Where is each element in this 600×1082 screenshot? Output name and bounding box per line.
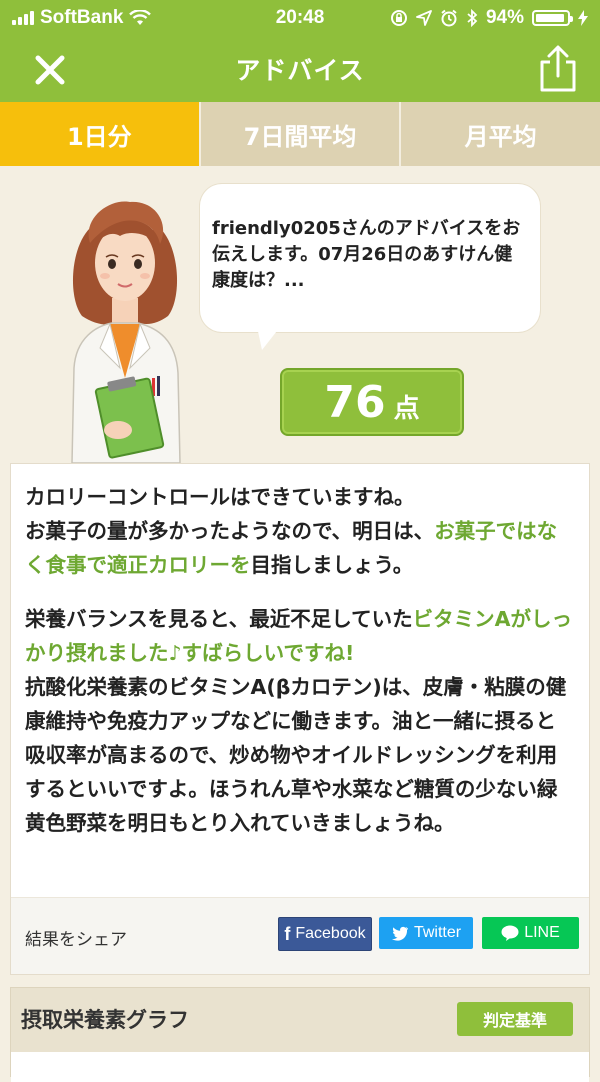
bubble-text: friendly0205さんのアドバイスをお伝えします。07月26日のあすけん健… xyxy=(212,218,521,291)
alarm-icon xyxy=(441,9,457,27)
bubble-tail xyxy=(256,322,284,350)
facebook-share-button[interactable]: f Facebook xyxy=(278,917,372,951)
advice-text-segment: 目指しましょう。 xyxy=(250,553,414,577)
facebook-icon: f xyxy=(284,923,291,944)
score-value: 76 xyxy=(324,377,386,428)
line-speech-icon xyxy=(501,925,519,941)
advice-text-segment: 栄養バランスを見ると、最近不足していた xyxy=(25,607,413,631)
battery-level xyxy=(536,14,565,22)
period-tabs: 1日分 7日間平均 月平均 xyxy=(0,102,600,166)
graph-body xyxy=(11,1052,589,1082)
advice-paragraph: 栄養バランスを見ると、最近不足していたビタミンAがしっかり摂れました♪すばらしい… xyxy=(25,602,575,670)
rotation-lock-icon xyxy=(390,10,407,26)
status-right: 94% xyxy=(390,7,588,29)
tab-1day[interactable]: 1日分 xyxy=(0,102,199,166)
section-title: 摂取栄養素グラフ xyxy=(21,1008,189,1032)
advice-paragraph: 抗酸化栄養素のビタミンA(βカロテン)は、皮膚・粘膜の健康維持や免疫力アップなど… xyxy=(25,675,567,835)
advice-text: カロリーコントロールはできていますね。 お菓子の量が多かったようなので、明日は、… xyxy=(11,464,589,840)
battery-percent: 94% xyxy=(485,7,524,28)
battery-icon xyxy=(532,10,573,26)
twitter-label: Twitter xyxy=(413,924,462,941)
criteria-button[interactable]: 判定基準 xyxy=(457,1002,573,1036)
advice-speech-bubble: friendly0205さんのアドバイスをお伝えします。07月26日のあすけん健… xyxy=(200,184,540,332)
advice-text-segment: お菓子の量が多かったようなので、明日は、 xyxy=(25,519,435,543)
nutrient-graph-section: 摂取栄養素グラフ 判定基準 xyxy=(10,987,590,1082)
advice-card: カロリーコントロールはできていますね。 お菓子の量が多かったようなので、明日は、… xyxy=(10,463,590,975)
share-label: 結果をシェア xyxy=(25,930,127,950)
health-score-badge: 76 点 xyxy=(280,368,464,436)
tab-7day-average[interactable]: 7日間平均 xyxy=(198,102,400,166)
advice-paragraph: お菓子の量が多かったようなので、明日は、お菓子ではなく食事で適正カロリーを目指し… xyxy=(25,514,575,582)
page-title: アドバイス xyxy=(235,56,365,85)
tab-monthly-average[interactable]: 月平均 xyxy=(399,102,600,166)
share-row: 結果をシェア f Facebook Twitter LINE xyxy=(11,897,589,974)
status-bar: SoftBank 20:48 94% xyxy=(0,0,600,36)
bluetooth-icon xyxy=(467,9,478,27)
line-share-button[interactable]: LINE xyxy=(482,917,579,949)
share-icon[interactable] xyxy=(536,44,580,94)
advice-line: カロリーコントロールはできていますね。 xyxy=(25,485,415,509)
charging-icon xyxy=(578,10,588,26)
facebook-label: Facebook xyxy=(295,925,366,942)
advisor-illustration xyxy=(71,201,181,463)
twitter-bird-icon xyxy=(391,926,408,941)
score-unit: 点 xyxy=(393,394,420,424)
line-label: LINE xyxy=(524,924,560,941)
nav-bar: アドバイス xyxy=(0,36,600,102)
twitter-share-button[interactable]: Twitter xyxy=(379,917,473,949)
location-icon xyxy=(416,10,432,26)
